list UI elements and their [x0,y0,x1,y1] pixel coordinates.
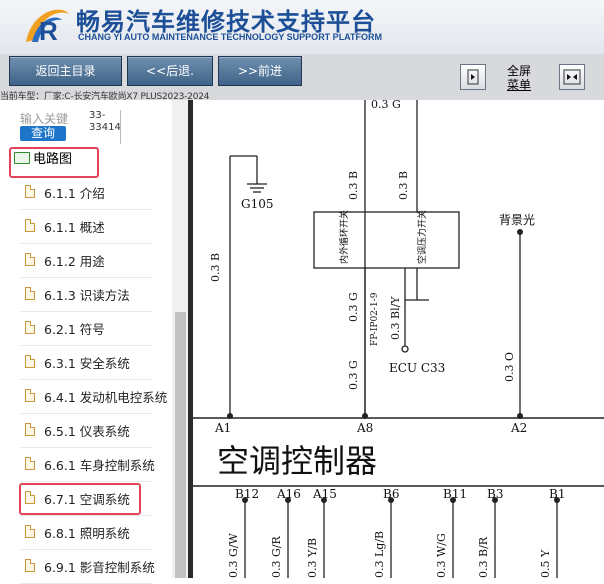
highlight-box [19,483,141,515]
separator [120,110,121,144]
brand-logo-letter: R [39,16,58,46]
search-button[interactable]: 查询 [20,126,66,141]
tree-item[interactable]: 6.4.1 发动机电控系统 [20,379,167,414]
brand-logo-icon: R [26,9,69,46]
search-result: 33- 33414 [89,110,121,134]
tree-item[interactable]: 6.3.1 安全系统 [20,345,152,380]
pin-label: A2 [510,421,527,435]
home-button[interactable]: 返回主目录 [9,56,122,86]
wire-label: 0.3 W/G [435,533,448,578]
wire-label: 0.3 Y/B [306,538,319,578]
pin-label: B11 [443,487,467,501]
tree-item-label: 6.1.3 识读方法 [44,288,130,303]
tree-item-label: 6.3.1 安全系统 [44,356,130,371]
diagram-label: 0.3 G [347,360,360,390]
document-icon [25,525,35,538]
tree-item-label: 6.4.1 发动机电控系统 [44,390,168,405]
document-icon [25,389,35,402]
pin-label: A16 [276,487,301,501]
document-icon [25,423,35,436]
diagram-label: 0.3 O [503,352,516,382]
pin-label: A15 [312,487,337,501]
tree-item[interactable]: 6.8.1 照明系统 [20,515,152,550]
wire-label: 0.3 G/R [270,536,283,578]
collapse-menu-button[interactable] [460,64,486,90]
diagram-label: 背景光 [499,213,535,227]
diagram-label: 0.3 G [371,100,401,111]
tree-item-label: 6.6.1 车身控制系统 [44,458,155,473]
tree-item-label: 6.8.1 照明系统 [44,526,130,541]
search-input[interactable]: 输入关键 [20,110,70,126]
pin-label: B1 [549,487,565,501]
wire-label: 0.3 Lg/B [373,531,386,578]
fullscreen-label: 全屏 [506,64,531,78]
module-title: 空调控制器 [217,442,377,480]
document-icon [25,253,35,266]
document-icon [25,185,35,198]
pin-label: B6 [383,487,399,501]
arrows-expand-icon [563,69,581,85]
diagram-label: 0.3 G [347,292,360,322]
diagram-label: 0.3 B [209,253,222,282]
pin-label: A1 [214,421,231,435]
tree-item-label: 6.5.1 仪表系统 [44,424,130,439]
tree-item-label: 6.1.1 概述 [44,220,105,235]
circuit-diagram-viewer: 0.3 G G105 0.3 B 0.3 B 0.3 B 内外循环开关 空调压力… [193,100,604,578]
diagram-label: ECU C33 [389,361,445,375]
diagram-label: 空调压力开关 [416,210,428,264]
expand-menu-button[interactable] [559,64,585,90]
document-icon [25,457,35,470]
header-banner: R 畅易汽车维修技术支持平台 CHANG YI AUTO MAINTENANCE… [0,0,604,54]
diagram-label: 内外循环开关 [338,210,350,264]
document-icon [25,321,35,334]
search-result-line: 33414 [89,122,121,133]
tree-item[interactable]: 6.5.1 仪表系统 [20,413,152,448]
diagram-label: 0.3 B [397,171,410,200]
tree-item[interactable]: 6.2.1 符号 [20,311,152,346]
pin-label: B12 [235,487,259,501]
diagram-label: 0.3 Bl/Y [389,296,402,340]
diagram-label: G105 [241,197,274,211]
fullscreen-menu-link[interactable]: 全屏 菜单 [504,64,534,92]
circuit-diagram: 0.3 G G105 0.3 B 0.3 B 0.3 B 内外循环开关 空调压力… [193,100,604,578]
tree-item[interactable]: 6.9.1 影音控制系统 [20,549,155,584]
search-result-line: 33- [89,110,106,121]
tree-item[interactable]: 6.1.1 介绍 [20,175,152,210]
diagram-label: FP-IP02-1-9 [370,292,380,346]
back-button[interactable]: <<后退. [127,56,213,86]
wire-label: 0.3 G/W [227,533,240,578]
highlight-box [9,147,99,178]
tree-item[interactable]: 6.6.1 车身控制系统 [20,447,155,482]
document-icon [25,219,35,232]
forward-button[interactable]: >>前进 [218,56,302,86]
pin-label: A8 [356,421,373,435]
tree-item[interactable]: 6.1.2 用途 [20,243,152,278]
tree-item[interactable]: 6.1.3 识读方法 [20,277,152,312]
document-icon [25,355,35,368]
tree-item[interactable]: 6.1.1 概述 [20,209,152,244]
scrollbar-thumb[interactable] [175,312,186,578]
document-icon [25,287,35,300]
tree-item-label: 6.9.1 影音控制系统 [44,560,155,575]
document-icon [25,559,35,572]
tree-item-label: 6.2.1 符号 [44,322,105,337]
menu-label: 菜单 [506,78,531,92]
wire-label: 0.5 Y [539,549,552,578]
wire-label: 0.3 B/R [477,536,490,578]
tree-item-label: 6.1.2 用途 [44,254,105,269]
pin-label: B3 [487,487,503,501]
brand-title-en: CHANG YI AUTO MAINTENANCE TECHNOLOGY SUP… [78,32,383,42]
tree-item-label: 6.1.1 介绍 [44,186,105,201]
arrow-right-icon [467,69,479,85]
diagram-label: 0.3 B [347,171,360,200]
